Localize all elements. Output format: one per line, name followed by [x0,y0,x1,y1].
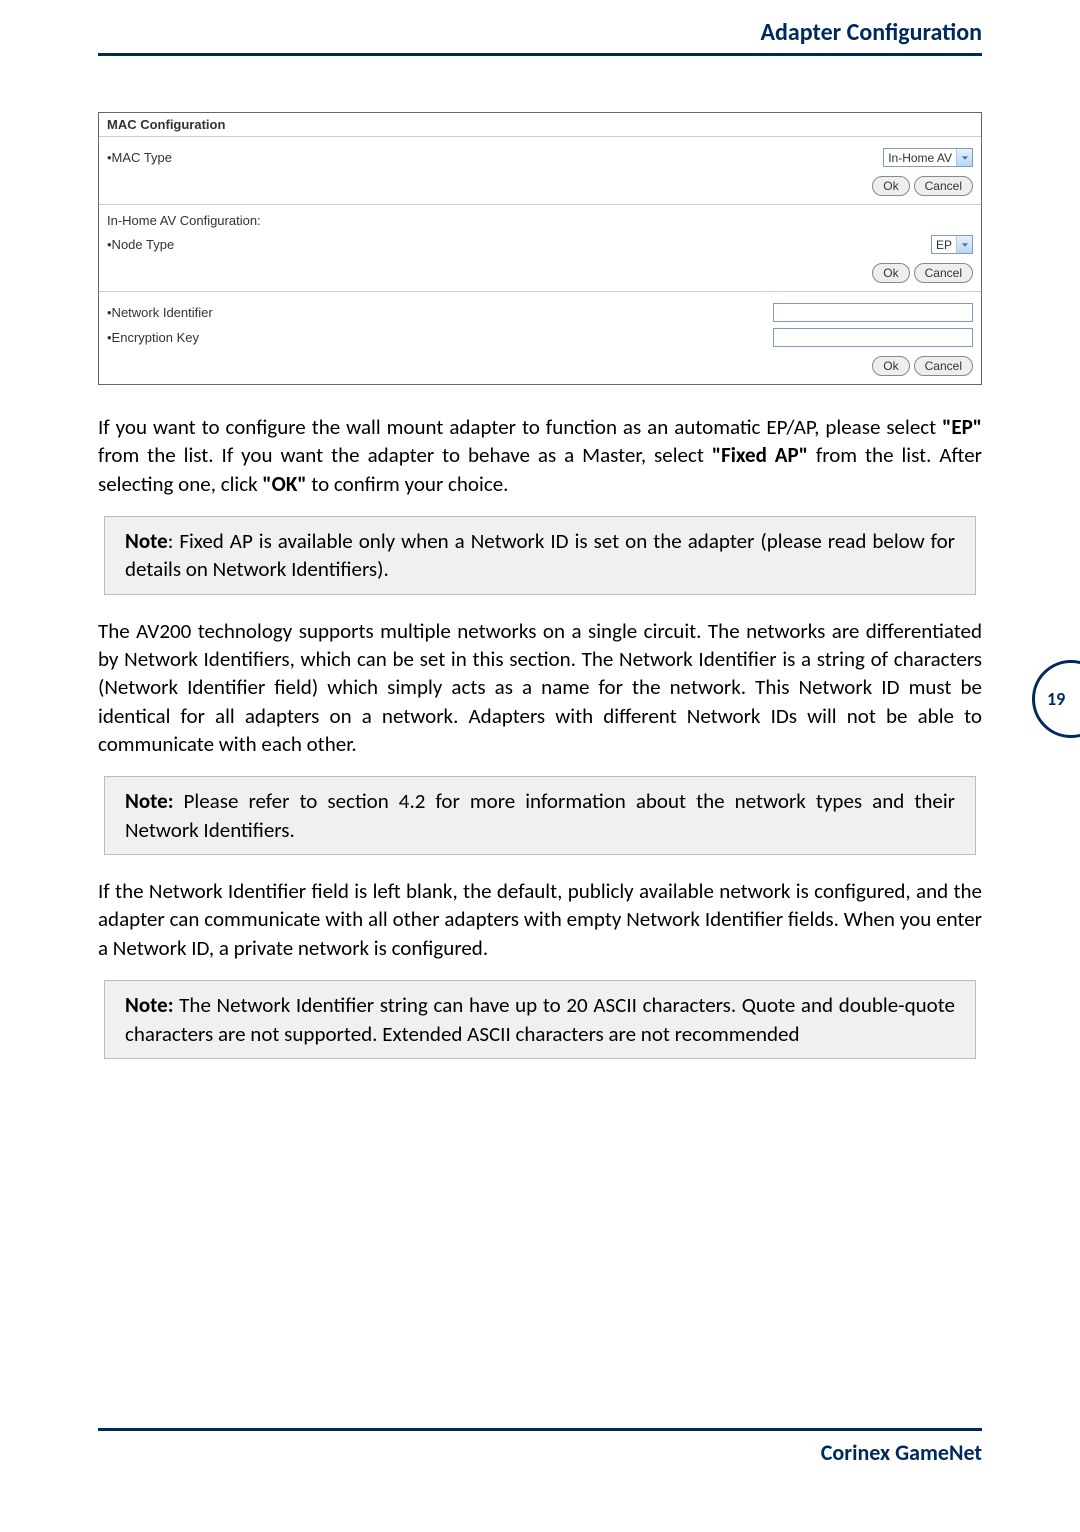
chevron-down-icon[interactable] [956,236,972,253]
paragraph-1: If you want to configure the wall mount … [98,413,982,498]
panel-title: MAC Configuration [99,113,981,137]
network-identifier-input[interactable] [773,303,973,322]
page-number: 19 [1047,688,1065,710]
cancel-button[interactable]: Cancel [914,263,973,283]
page-header-title: Adapter Configuration [98,18,982,53]
paragraph-3: If the Network Identifier field is left … [98,877,982,962]
node-type-section: In-Home AV Configuration: •Node Type EP … [99,204,981,291]
inhome-config-label: In-Home AV Configuration: [107,213,973,232]
header-rule [98,53,982,56]
network-section: •Network Identifier •Encryption Key Ok C… [99,291,981,384]
paragraph-2: The AV200 technology supports multiple n… [98,617,982,759]
note-box-1: Note: Fixed AP is available only when a … [104,516,976,595]
encryption-key-label: •Encryption Key [107,330,199,345]
node-type-value: EP [932,238,956,252]
note-box-2: Note: Please refer to section 4.2 for mo… [104,776,976,855]
node-type-select[interactable]: EP [931,235,973,254]
cancel-button[interactable]: Cancel [914,176,973,196]
mac-type-select[interactable]: In-Home AV [883,148,973,167]
mac-type-label: •MAC Type [107,150,172,165]
node-type-label: •Node Type [107,237,174,252]
ok-button[interactable]: Ok [872,176,909,196]
encryption-key-input[interactable] [773,328,973,347]
mac-type-section: •MAC Type In-Home AV Ok Cancel [99,137,981,204]
footer-rule [98,1428,982,1431]
ok-button[interactable]: Ok [872,356,909,376]
mac-config-panel: MAC Configuration •MAC Type In-Home AV O… [98,112,982,385]
mac-type-value: In-Home AV [884,151,956,165]
ok-button[interactable]: Ok [872,263,909,283]
cancel-button[interactable]: Cancel [914,356,973,376]
note-box-3: Note: The Network Identifier string can … [104,980,976,1059]
page-footer: Corinex GameNet [98,1428,982,1466]
chevron-down-icon[interactable] [956,149,972,166]
network-identifier-label: •Network Identifier [107,305,213,320]
footer-text: Corinex GameNet [98,1439,982,1466]
